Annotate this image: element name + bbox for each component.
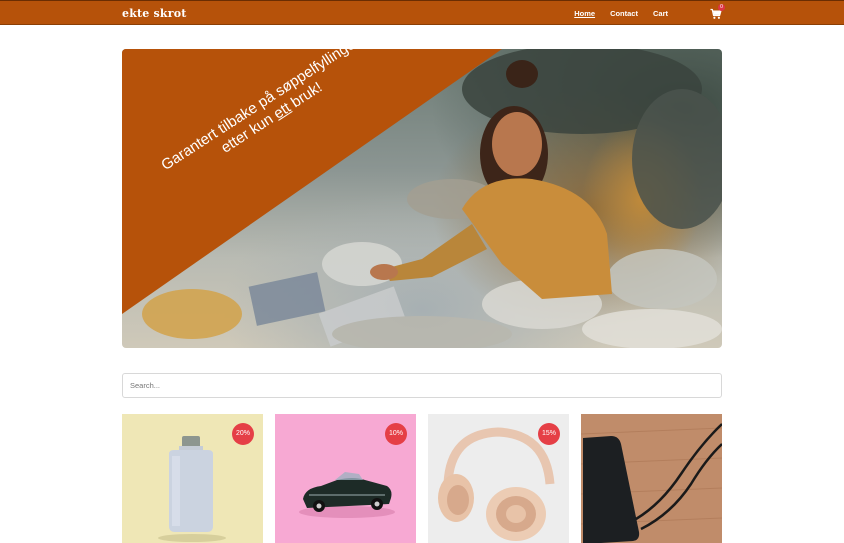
cart-count-badge: 0: [718, 4, 725, 11]
external-hard-drive-image: [581, 414, 722, 543]
nav-link-home[interactable]: Home: [574, 9, 595, 18]
hero-banner: Garantert tilbake på søppelfyllingen ett…: [122, 49, 722, 348]
discount-badge: 10%: [385, 423, 407, 445]
hero-background-image: [122, 49, 722, 348]
nav-link-cart[interactable]: Cart: [653, 9, 668, 18]
navbar: ekte skrot Home Contact Cart 0: [0, 0, 844, 25]
product-card[interactable]: 15%: [428, 414, 569, 543]
nav-link-contact[interactable]: Contact: [610, 9, 638, 18]
product-card[interactable]: [581, 414, 722, 543]
nav-links: Home Contact Cart: [574, 9, 668, 18]
product-card[interactable]: 20%: [122, 414, 263, 543]
brand-logo[interactable]: ekte skrot: [122, 7, 187, 20]
product-card[interactable]: 10%: [275, 414, 416, 543]
discount-badge: 15%: [538, 423, 560, 445]
discount-badge: 20%: [232, 423, 254, 445]
cart-button[interactable]: 0: [710, 4, 725, 19]
search-input[interactable]: [122, 373, 722, 398]
